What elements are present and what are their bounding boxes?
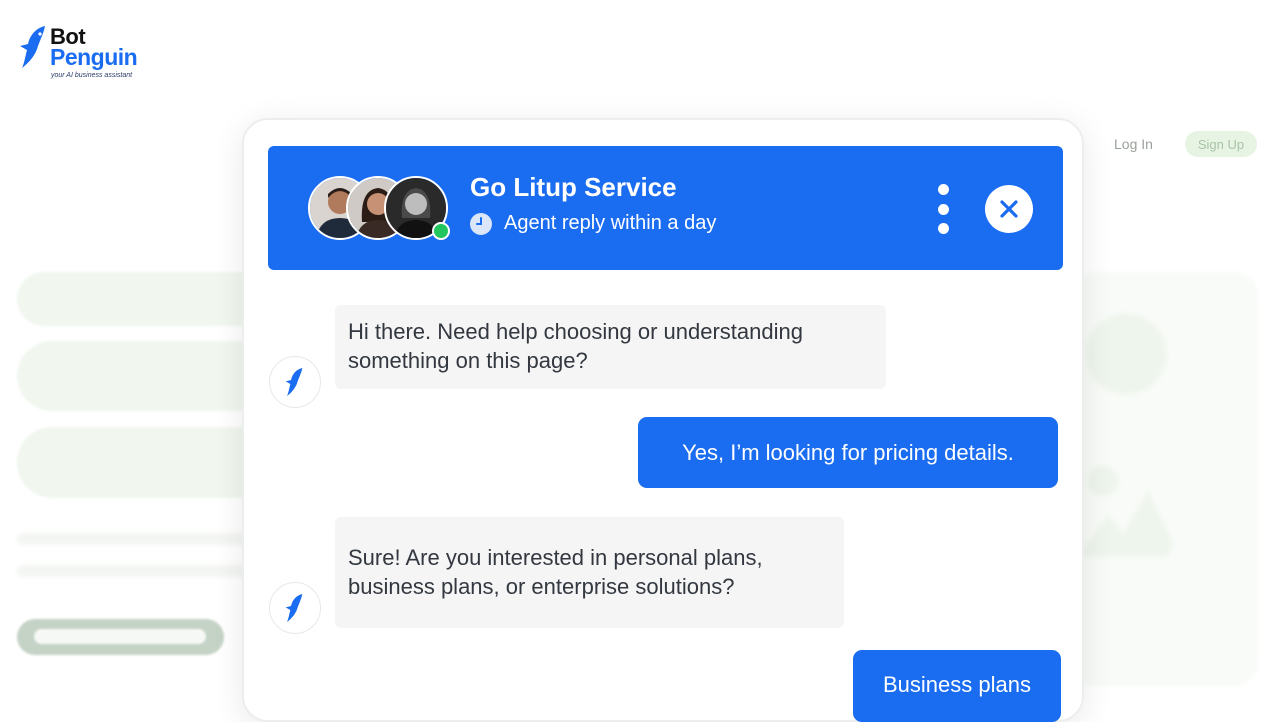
background-placeholder-bar <box>17 341 277 411</box>
penguin-logo-icon <box>285 368 303 396</box>
chat-widget: Go Litup Service Agent reply within a da… <box>242 118 1084 722</box>
login-link[interactable]: Log In <box>1114 136 1153 152</box>
penguin-logo-icon <box>285 594 303 622</box>
bot-message: Sure! Are you interested in personal pla… <box>335 517 844 628</box>
background-placeholder-line <box>17 533 257 545</box>
kebab-dot <box>937 223 949 234</box>
background-placeholder-bar <box>17 272 277 326</box>
bot-avatar <box>269 356 321 408</box>
more-vertical-icon[interactable] <box>932 184 954 234</box>
penguin-logo-icon <box>20 26 45 68</box>
background-placeholder-line <box>17 565 257 577</box>
signup-button[interactable]: Sign Up <box>1185 131 1257 157</box>
logo-tagline: your AI business assistant <box>51 72 133 79</box>
close-icon <box>1000 200 1018 218</box>
chat-header-subtitle: Agent reply within a day <box>504 212 717 234</box>
close-button[interactable] <box>985 185 1033 233</box>
chat-header: Go Litup Service Agent reply within a da… <box>268 146 1063 270</box>
background-image-circle <box>1086 314 1166 394</box>
image-placeholder-icon <box>1078 492 1172 556</box>
background-placeholder-button-inner <box>34 629 206 644</box>
background-placeholder-bar <box>17 427 277 498</box>
kebab-dot <box>937 203 949 215</box>
bot-message: Hi there. Need help choosing or understa… <box>335 305 886 389</box>
clock-icon <box>470 213 492 235</box>
kebab-dot <box>937 184 949 195</box>
brand-logo[interactable]: Bot Penguin your AI business assistant <box>18 24 148 84</box>
bot-avatar <box>269 582 321 634</box>
chat-header-title: Go Litup Service <box>470 172 677 202</box>
logo-text-penguin: Penguin <box>50 44 138 70</box>
user-message: Business plans <box>853 650 1061 722</box>
online-status-dot <box>432 222 450 240</box>
user-message: Yes, I’m looking for pricing details. <box>638 417 1058 488</box>
